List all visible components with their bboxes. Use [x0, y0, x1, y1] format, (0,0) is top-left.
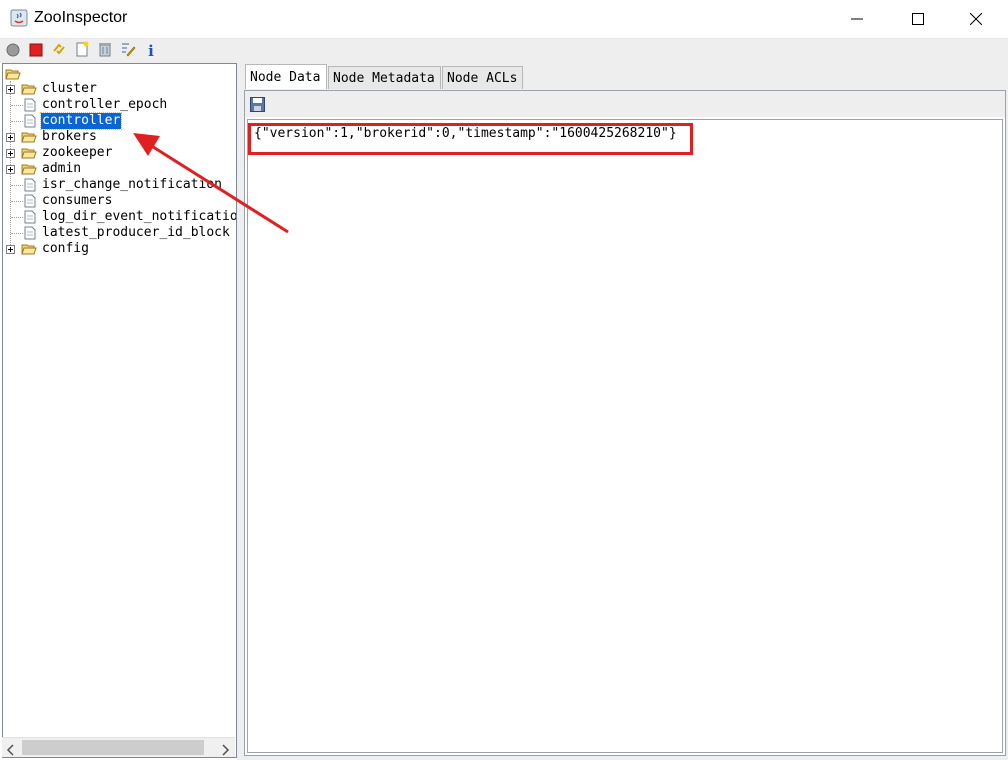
tree-item-label: cluster: [42, 81, 97, 96]
tree-item-label: latest_producer_id_block: [42, 225, 230, 240]
add-node-icon: [74, 41, 90, 61]
tree-connector: [11, 201, 23, 202]
document-icon: [24, 226, 38, 240]
tree-item-label: zookeeper: [42, 145, 113, 160]
scroll-left-icon[interactable]: [6, 741, 16, 760]
tree-item-zookeeper[interactable]: zookeeper: [3, 145, 236, 161]
close-button[interactable]: [953, 0, 999, 38]
tree-connector: [11, 105, 23, 106]
delete-node-button[interactable]: [96, 42, 114, 60]
tree-item-label: controller_epoch: [42, 97, 168, 112]
disconnect-icon: [29, 42, 43, 61]
open-folder-icon: [5, 66, 21, 80]
connect-icon: [6, 42, 20, 61]
tree-item-log-dir-event-notification[interactable]: log_dir_event_notification: [3, 209, 237, 225]
document-icon: [24, 178, 38, 192]
tree-connector: [11, 217, 23, 218]
scrollbar-thumb[interactable]: [22, 740, 204, 755]
main-toolbar: i: [0, 39, 1008, 63]
close-icon: [969, 10, 983, 29]
add-node-button[interactable]: [73, 41, 91, 61]
document-icon: [24, 194, 38, 208]
tree-item-label: log_dir_event_notification: [42, 209, 237, 224]
node-tree[interactable]: cluster controller_epoch controller brok…: [2, 63, 237, 758]
folder-icon: [21, 146, 37, 160]
refresh-button[interactable]: [50, 42, 68, 60]
tree-item-cluster[interactable]: cluster: [3, 81, 236, 97]
title-bar: ZooInspector: [0, 0, 1008, 39]
tree-item-label: config: [42, 241, 89, 256]
tree-item-label: isr_change_notification: [42, 177, 223, 192]
tree-item-controller[interactable]: controller: [3, 112, 236, 130]
edit-button[interactable]: [119, 42, 137, 60]
document-icon: [24, 210, 38, 224]
tab-node-metadata[interactable]: Node Metadata: [328, 66, 441, 89]
disconnect-button[interactable]: [27, 42, 45, 60]
tree-connector: [11, 185, 23, 186]
document-icon: [24, 98, 38, 112]
refresh-icon: [51, 41, 67, 61]
info-button[interactable]: i: [142, 42, 160, 60]
tree-connector: [11, 233, 23, 234]
delete-node-icon: [97, 41, 113, 61]
tree-item-controller-epoch[interactable]: controller_epoch: [3, 97, 236, 113]
tree-item-label: consumers: [42, 193, 113, 208]
maximize-button[interactable]: [895, 0, 941, 38]
expand-icon[interactable]: [6, 165, 15, 174]
tree-item-label: admin: [42, 161, 82, 176]
folder-icon: [21, 130, 37, 144]
scroll-right-icon[interactable]: [220, 741, 230, 760]
expand-icon[interactable]: [6, 85, 15, 94]
tree-item-label: brokers: [42, 129, 97, 144]
expand-icon[interactable]: [6, 245, 15, 254]
tree-item-admin[interactable]: admin: [3, 161, 236, 177]
tree-item-consumers[interactable]: consumers: [3, 193, 236, 209]
document-icon: [24, 114, 38, 128]
folder-icon: [21, 82, 37, 96]
node-data-panel: {"version":1,"brokerid":0,"timestamp":"1…: [244, 90, 1006, 756]
tree-item-config[interactable]: config: [3, 241, 236, 257]
save-icon[interactable]: [250, 97, 265, 116]
annotation-highlight-box: [248, 123, 693, 155]
minimize-icon: [851, 10, 863, 29]
expand-icon[interactable]: [6, 133, 15, 142]
java-app-icon: [10, 9, 28, 27]
tree-item-brokers[interactable]: brokers: [3, 129, 236, 145]
tree-item-latest-producer-id-block[interactable]: latest_producer_id_block: [3, 225, 236, 241]
maximize-icon: [912, 10, 924, 29]
node-data-textarea[interactable]: {"version":1,"brokerid":0,"timestamp":"1…: [247, 119, 1003, 753]
tree-item-label-selected: controller: [39, 112, 123, 130]
minimize-button[interactable]: [834, 0, 880, 38]
app-window: ZooInspector i cluster controller_epoch …: [0, 0, 1008, 760]
tree-connector: [11, 121, 23, 122]
expand-icon[interactable]: [6, 149, 15, 158]
window-title: ZooInspector: [34, 9, 128, 26]
horizontal-scrollbar[interactable]: [2, 737, 235, 757]
tab-node-acls[interactable]: Node ACLs: [442, 66, 523, 89]
node-data-toolbar: [245, 91, 1005, 117]
folder-icon: [21, 162, 37, 176]
info-icon: i: [148, 42, 154, 60]
folder-icon: [21, 242, 37, 256]
edit-icon: [120, 41, 136, 61]
connect-button[interactable]: [4, 42, 22, 60]
tree-item-isr-change-notification[interactable]: isr_change_notification: [3, 177, 236, 193]
tab-node-data[interactable]: Node Data: [245, 64, 327, 89]
